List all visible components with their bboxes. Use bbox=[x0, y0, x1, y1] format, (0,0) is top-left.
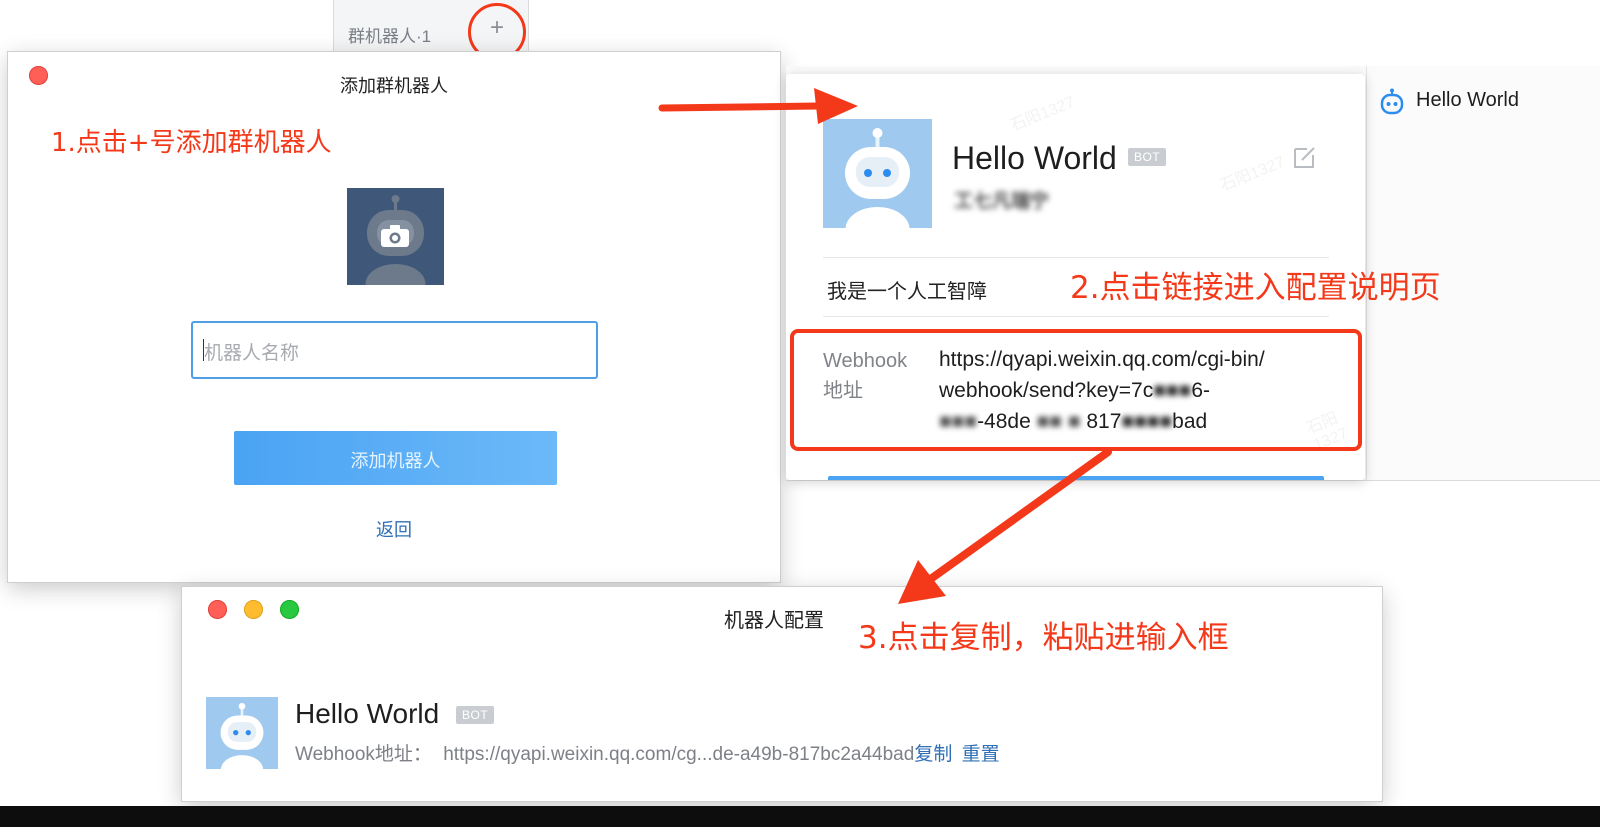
robot-icon bbox=[1380, 88, 1404, 115]
robot-name: Hello World bbox=[952, 140, 1117, 176]
sidebar-item-hello-world[interactable]: Hello World bbox=[1378, 86, 1578, 116]
step1-annotation: 1.点击+号添加群机器人 bbox=[51, 128, 332, 158]
edit-icon[interactable] bbox=[1292, 144, 1318, 170]
robot-name: Hello World bbox=[295, 698, 440, 729]
group-robot-count-label: 群机器人·1 bbox=[348, 27, 432, 46]
add-robot-submit-label: 添加机器人 bbox=[350, 451, 441, 471]
step3-annotation: 3.点击复制，粘贴进输入框 bbox=[858, 620, 1229, 656]
maximize-window-button[interactable] bbox=[280, 600, 299, 619]
bot-badge: BOT bbox=[456, 706, 495, 724]
robot-avatar bbox=[206, 697, 278, 769]
back-link[interactable]: 返回 bbox=[8, 516, 780, 542]
add-robot-submit-button[interactable]: 添加机器人 bbox=[234, 431, 557, 485]
robot-name-input[interactable]: 机器人名称 bbox=[191, 321, 598, 379]
config-window-title: 机器人配置 bbox=[724, 610, 824, 632]
robot-face-icon bbox=[206, 697, 278, 769]
divider bbox=[823, 257, 1329, 258]
reset-button[interactable]: 重置 bbox=[962, 744, 1000, 765]
webhook-highlight-box bbox=[790, 329, 1362, 451]
camera-icon bbox=[381, 225, 409, 247]
divider bbox=[823, 316, 1329, 317]
dialog-title: 添加群机器人 bbox=[340, 76, 448, 96]
bot-badge: BOT bbox=[1128, 148, 1167, 166]
robot-description: 我是一个人工智障 bbox=[827, 281, 987, 303]
bottom-edge bbox=[0, 806, 1600, 827]
sidebar-item-label: Hello World bbox=[1416, 89, 1519, 111]
webhook-url: https://qyapi.weixin.qq.com/cg...de-a49b… bbox=[443, 744, 915, 765]
copy-button[interactable]: 复制 bbox=[914, 744, 952, 765]
webhook-label: Webhook地址： bbox=[295, 744, 432, 765]
robot-creator-masked: 工七凡瑞宁 bbox=[954, 191, 1050, 212]
step2-annotation: 2.点击链接进入配置说明页 bbox=[1070, 270, 1441, 306]
minimize-window-button[interactable] bbox=[244, 600, 263, 619]
robot-avatar-upload[interactable] bbox=[347, 188, 444, 285]
watermark: 石阳1327 bbox=[1218, 153, 1288, 195]
robot-avatar bbox=[823, 119, 932, 228]
watermark: 石阳1327 bbox=[1008, 93, 1078, 135]
webhook-row: Webhook地址： https://qyapi.weixin.qq.com/c… bbox=[295, 739, 1000, 766]
robot-name-placeholder: 机器人名称 bbox=[204, 343, 300, 364]
card-bottom-button-edge bbox=[828, 476, 1324, 480]
close-window-button[interactable] bbox=[208, 600, 227, 619]
robot-face-icon bbox=[823, 119, 932, 228]
